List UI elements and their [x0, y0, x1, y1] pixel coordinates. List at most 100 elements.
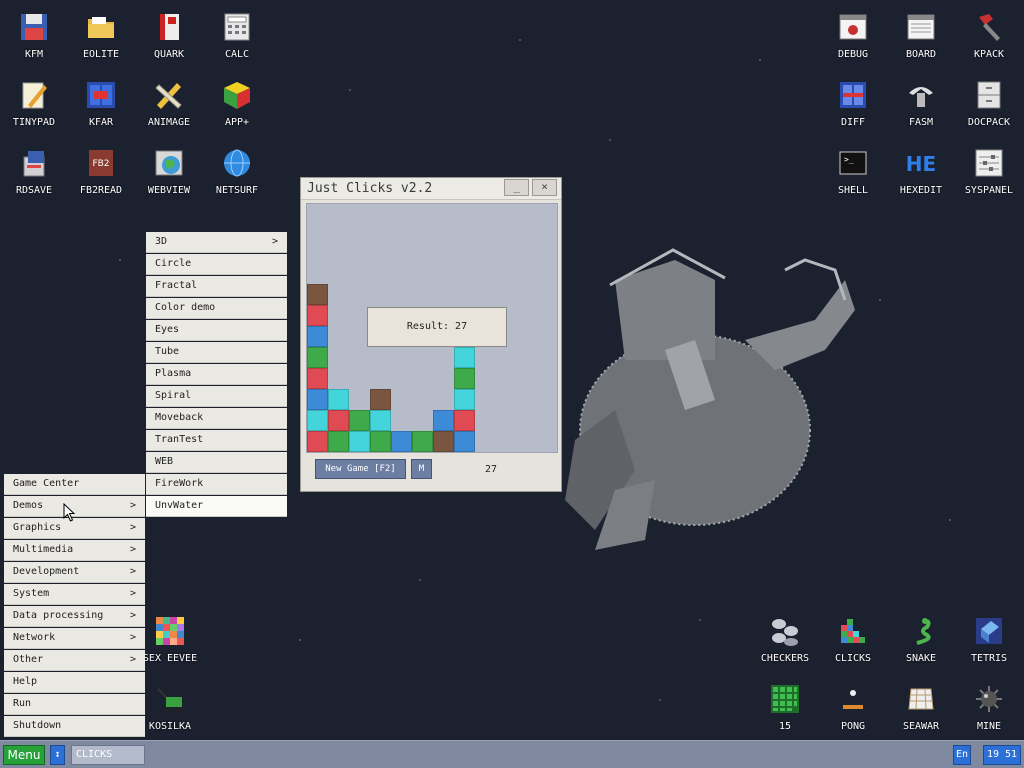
desktop-icon-webview[interactable]: WEBVIEW	[137, 143, 201, 209]
desktop-icon-label: TETRIS	[970, 653, 1008, 664]
menu-item[interactable]: TranTest	[146, 430, 287, 451]
game-block[interactable]	[307, 389, 328, 410]
menu-item[interactable]: 3D >	[146, 232, 287, 253]
desktop-icon-tetris[interactable]: TETRIS	[957, 611, 1021, 677]
game-block[interactable]	[412, 431, 433, 452]
desktop-icon-docpack[interactable]: DOCPACK	[957, 75, 1021, 141]
desktop-icon-sex-eevee[interactable]: SEX EEVEE	[138, 611, 202, 677]
desktop-icon-animage[interactable]: ANIMAGE	[137, 75, 201, 141]
desktop-icon-debug[interactable]: DEBUG	[821, 7, 885, 73]
window-titlebar[interactable]: Just Clicks v2.2 _ ×	[301, 178, 561, 200]
taskbar-item-clicks[interactable]: CLICKS	[71, 745, 145, 765]
game-field[interactable]: Result: 27	[306, 203, 558, 453]
game-block[interactable]	[370, 431, 391, 452]
menu-item[interactable]: Network >	[4, 628, 145, 649]
game-block[interactable]	[454, 347, 475, 368]
game-block[interactable]	[454, 431, 475, 452]
menu-item[interactable]: Run	[4, 694, 145, 715]
menu-item[interactable]: Multimedia >	[4, 540, 145, 561]
game-block[interactable]	[454, 368, 475, 389]
desktop-icon-quark[interactable]: QUARK	[137, 7, 201, 73]
window-switch-button[interactable]: ↕	[50, 745, 65, 765]
menu-item[interactable]: Development >	[4, 562, 145, 583]
desktop-icon-fb2read[interactable]: FB2 FB2READ	[69, 143, 133, 209]
desktop-icon-label: TINYPAD	[12, 117, 56, 128]
game-block[interactable]	[307, 431, 328, 452]
desktop-icon-checkers[interactable]: CHECKERS	[753, 611, 817, 677]
menu-item[interactable]: Eyes	[146, 320, 287, 341]
menu-item[interactable]: Moveback	[146, 408, 287, 429]
menu-item[interactable]: Shutdown	[4, 716, 145, 737]
desktop-icon-hexedit[interactable]: HE HEXEDIT	[889, 143, 953, 209]
desktop-icon-tinypad[interactable]: TINYPAD	[2, 75, 66, 141]
menu-item[interactable]: Data processing >	[4, 606, 145, 627]
desktop-icon-kfm[interactable]: KFM	[2, 7, 66, 73]
game-block[interactable]	[307, 368, 328, 389]
game-block[interactable]	[328, 431, 349, 452]
menu-item-label: Spiral	[155, 390, 192, 401]
game-block[interactable]	[349, 431, 370, 452]
menu-item[interactable]: Plasma	[146, 364, 287, 385]
notepad-pencil-icon	[22, 82, 47, 109]
game-block[interactable]	[307, 347, 328, 368]
clock[interactable]: 19 51	[983, 745, 1021, 765]
desktop-icon-rdsave[interactable]: RDSAVE	[2, 143, 66, 209]
desktop-icon-kosilka[interactable]: KOSILKA	[138, 679, 202, 745]
desktop-icon-syspanel[interactable]: SYSPANEL	[957, 143, 1021, 209]
game-block[interactable]	[454, 389, 475, 410]
game-block[interactable]	[433, 410, 454, 431]
new-game-button[interactable]: New Game [F2]	[315, 459, 406, 479]
desktop-icon-snake[interactable]: SNAKE	[889, 611, 953, 677]
menu-item[interactable]: Fractal	[146, 276, 287, 297]
desktop-icon-shell[interactable]: >_ SHELL	[821, 143, 885, 209]
desktop-icon-15[interactable]: 15	[753, 679, 817, 745]
desktop-icon-pong[interactable]: PONG	[821, 679, 885, 745]
menu-item[interactable]: Tube	[146, 342, 287, 363]
desktop-icon-seawar[interactable]: SEAWAR	[889, 679, 953, 745]
desktop-icon-label: KPACK	[973, 49, 1005, 60]
desktop-icon-kfar[interactable]: KFAR	[69, 75, 133, 141]
menu-item[interactable]: FireWork	[146, 474, 287, 495]
fifteen-puzzle-icon	[771, 685, 799, 713]
m-button[interactable]: M	[411, 459, 432, 479]
menu-item[interactable]: UnvWater	[146, 496, 287, 517]
game-block[interactable]	[307, 305, 328, 326]
menu-item[interactable]: Help	[4, 672, 145, 693]
close-button[interactable]: ×	[532, 179, 557, 196]
game-block[interactable]	[454, 410, 475, 431]
game-block[interactable]	[370, 410, 391, 431]
desktop-icon-app-plus[interactable]: APP+	[205, 75, 269, 141]
menu-item[interactable]: Spiral	[146, 386, 287, 407]
menu-item-label: System	[13, 588, 50, 599]
folder-icon	[88, 17, 114, 38]
desktop-icon-netsurf[interactable]: NETSURF	[205, 143, 269, 209]
game-block[interactable]	[433, 431, 454, 452]
desktop-icon-board[interactable]: BOARD	[889, 7, 953, 73]
game-block[interactable]	[328, 389, 349, 410]
desktop-icon-mine[interactable]: MINE	[957, 679, 1021, 745]
desktop-icon-eolite[interactable]: EOLITE	[69, 7, 133, 73]
blue-globe-icon	[224, 149, 250, 177]
game-block[interactable]	[391, 431, 412, 452]
menu-item-label: Color demo	[155, 302, 216, 313]
menu-item[interactable]: Other >	[4, 650, 145, 671]
menu-item[interactable]: Game Center	[4, 474, 145, 495]
keyboard-layout-indicator[interactable]: En	[953, 745, 971, 765]
menu-item[interactable]: WEB	[146, 452, 287, 473]
desktop-icon-diff[interactable]: DIFF	[821, 75, 885, 141]
game-block[interactable]	[307, 410, 328, 431]
game-block[interactable]	[307, 326, 328, 347]
minimize-button[interactable]: _	[504, 179, 529, 196]
menu-item[interactable]: Circle	[146, 254, 287, 275]
game-block[interactable]	[328, 410, 349, 431]
desktop-icon-calc[interactable]: CALC	[205, 7, 269, 73]
menu-item[interactable]: Color demo	[146, 298, 287, 319]
game-block[interactable]	[307, 284, 328, 305]
desktop-icon-clicks[interactable]: CLICKS	[821, 611, 885, 677]
menu-button[interactable]: Menu	[3, 745, 45, 765]
desktop-icon-kpack[interactable]: KPACK	[957, 7, 1021, 73]
game-block[interactable]	[349, 410, 370, 431]
game-block[interactable]	[370, 389, 391, 410]
desktop-icon-fasm[interactable]: FASM	[889, 75, 953, 141]
menu-item[interactable]: System >	[4, 584, 145, 605]
